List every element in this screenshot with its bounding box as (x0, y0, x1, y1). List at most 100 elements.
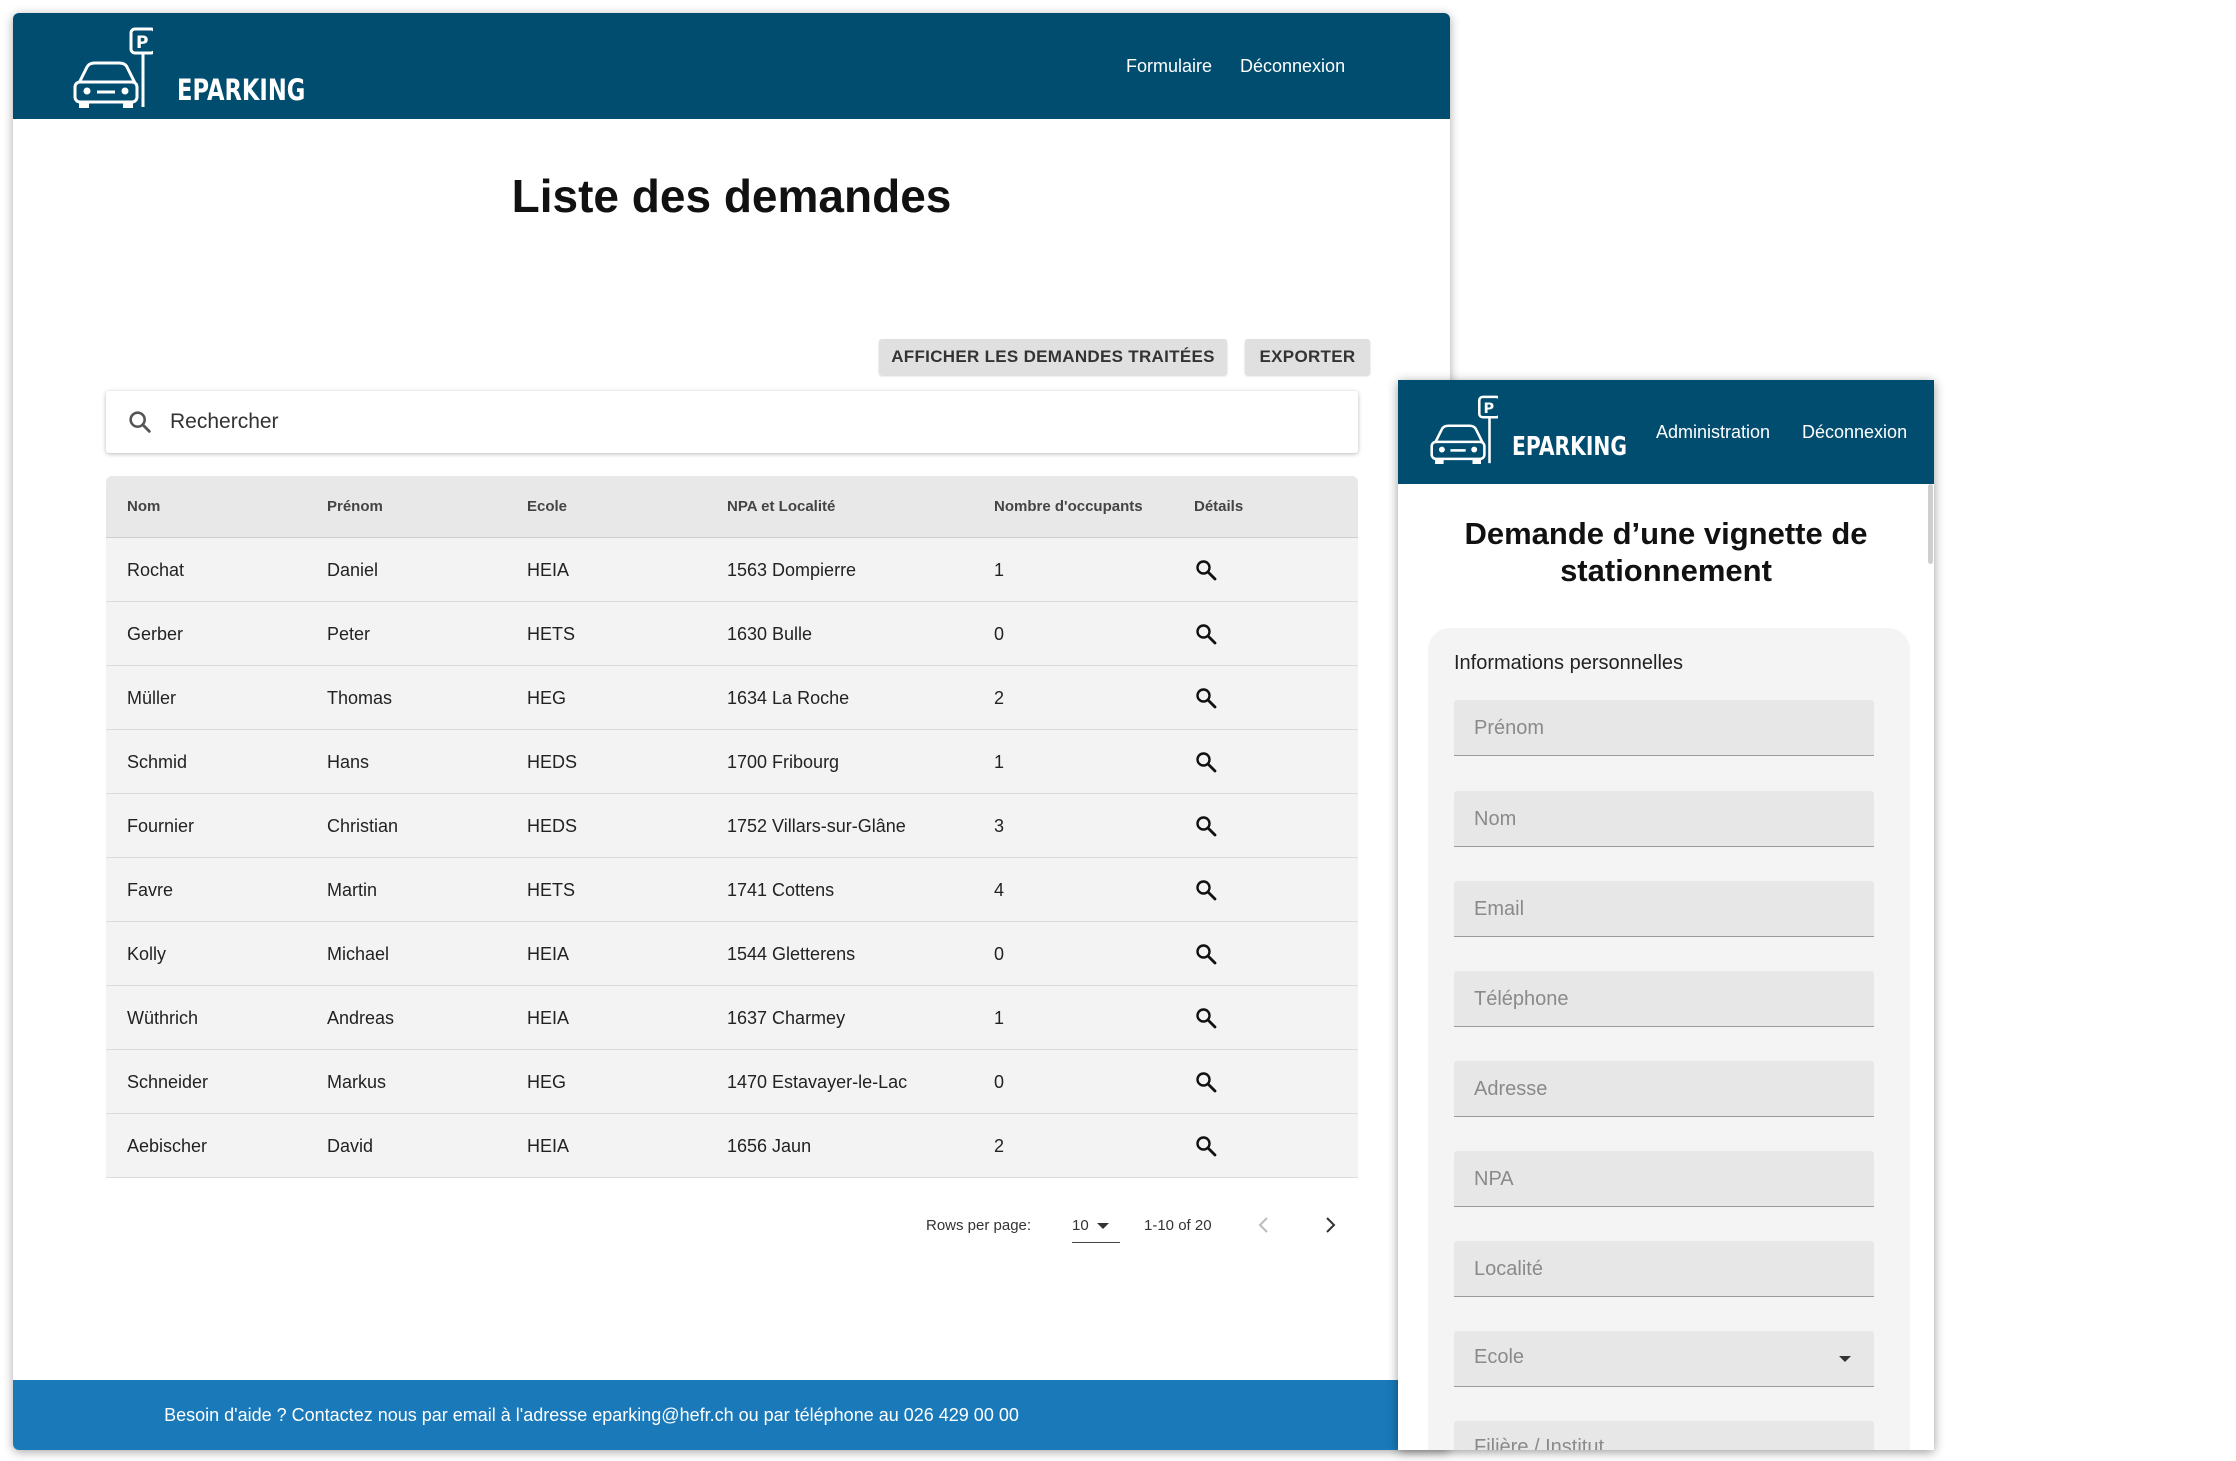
section-heading: Informations personnelles (1454, 652, 1684, 674)
cell-prenom: Michael (327, 944, 390, 964)
cell-npa-localite: 1634 La Roche (727, 688, 850, 708)
page-range: 1-10 of 20 (1144, 1217, 1212, 1234)
header-nom[interactable]: Nom (127, 476, 160, 538)
header-npa-localite[interactable]: NPA et Localité (727, 476, 835, 538)
cell-prenom: David (327, 1136, 374, 1156)
table-row[interactable]: Aebischer David HEIA 1656 Jaun 2 (106, 1114, 1358, 1178)
rows-per-page-label: Rows per page: (926, 1217, 1032, 1234)
logo[interactable]: P EPARKING (73, 27, 305, 109)
table-row[interactable]: Fournier Christian HEDS 1752 Villars-sur-Gl… (106, 794, 1358, 858)
parking-car-logo-icon: P (73, 27, 153, 108)
show-processed-button[interactable]: AFFICHER LES DEMANDES TRAITÉES (879, 339, 1227, 375)
dropdown-arrow-icon (1097, 1223, 1109, 1229)
cell-prenom: Daniel (327, 560, 379, 580)
cell-ecole: HEIA (527, 560, 570, 580)
nav-formulaire[interactable]: Formulaire (1126, 56, 1212, 77)
table-row[interactable]: Kolly Michael HEIA 1544 Gletterens 0 (106, 922, 1358, 986)
details-magnifier-icon[interactable] (1194, 1070, 1218, 1094)
cell-ecole: HETS (527, 624, 576, 644)
nav-deconnexion[interactable]: Déconnexion (1802, 422, 1907, 443)
mobile-brand-name: EPARKING (1512, 432, 1628, 462)
cell-prenom: Markus (327, 1072, 387, 1092)
filiere-field[interactable]: Filière / Institut (1454, 1421, 1874, 1450)
table-row[interactable]: Wüthrich Andreas HEIA 1637 Charmey 1 (106, 986, 1358, 1050)
adresse-field[interactable] (1454, 1061, 1874, 1117)
export-button[interactable]: EXPORTER (1245, 339, 1370, 375)
cell-npa-localite: 1700 Fribourg (727, 752, 840, 772)
cell-prenom: Martin (327, 880, 378, 900)
nav-administration[interactable]: Administration (1656, 422, 1770, 443)
table-row[interactable]: Gerber Peter HETS 1630 Bulle 0 (106, 602, 1358, 666)
details-magnifier-icon[interactable] (1194, 1006, 1218, 1030)
telephone-input[interactable] (1474, 985, 1854, 1013)
details-magnifier-icon[interactable] (1194, 878, 1218, 902)
cell-nom: Kolly (127, 944, 167, 964)
cell-occupants: 1 (994, 560, 1005, 580)
cell-prenom: Hans (327, 752, 370, 772)
header-prenom[interactable]: Prénom (327, 476, 383, 538)
adresse-input[interactable] (1474, 1075, 1854, 1103)
cell-ecole: HEIA (527, 944, 570, 964)
localite-field[interactable] (1454, 1241, 1874, 1297)
cell-npa-localite: 1470 Estavayer-le-Lac (727, 1072, 908, 1092)
search-icon (129, 411, 151, 433)
details-magnifier-icon[interactable] (1194, 814, 1218, 838)
details-magnifier-icon[interactable] (1194, 558, 1218, 582)
form-title-line1: Demande d’une vignette de (1464, 516, 1868, 551)
pagination: Rows per page: 10 1-10 of 20 (13, 1207, 1450, 1243)
nom-field[interactable] (1454, 791, 1874, 847)
mobile-logo[interactable]: P EPARKING (1430, 394, 1627, 474)
telephone-field[interactable] (1454, 971, 1874, 1027)
table-row[interactable]: Schmid Hans HEDS 1700 Fribourg 1 (106, 730, 1358, 794)
cell-prenom: Peter (327, 624, 371, 644)
details-magnifier-icon[interactable] (1194, 750, 1218, 774)
cell-ecole: HEIA (527, 1008, 570, 1028)
cell-occupants: 0 (994, 624, 1005, 644)
ecole-select[interactable]: Ecole (1454, 1331, 1874, 1387)
npa-input[interactable] (1474, 1165, 1854, 1193)
cell-npa-localite: 1752 Villars-sur-Glâne (727, 816, 906, 836)
table-row[interactable]: Rochat Daniel HEIA 1563 Dompierre 1 (106, 538, 1358, 602)
email-input[interactable] (1474, 895, 1854, 923)
requests-table: Nom Prénom Ecole NPA et Localité Nombre … (106, 476, 1358, 1178)
cell-nom: Müller (127, 688, 177, 708)
cell-occupants: 1 (994, 1008, 1005, 1028)
footer: Besoin d'aide ? Contactez nous par email… (13, 1380, 1450, 1450)
table-row[interactable]: Favre Martin HETS 1741 Cottens 4 (106, 858, 1358, 922)
cell-npa-localite: 1656 Jaun (727, 1136, 812, 1156)
details-magnifier-icon[interactable] (1194, 942, 1218, 966)
details-magnifier-icon[interactable] (1194, 1134, 1218, 1158)
header-occupants[interactable]: Nombre d'occupants (994, 476, 1143, 538)
table-header: Nom Prénom Ecole NPA et Localité Nombre … (106, 476, 1358, 538)
cell-occupants: 3 (994, 816, 1005, 836)
cell-ecole: HEDS (527, 816, 578, 836)
cell-occupants: 0 (994, 944, 1005, 964)
cell-npa-localite: 1741 Cottens (727, 880, 835, 900)
table-row[interactable]: Schneider Markus HEG 1470 Estavayer-le-Lac 0 (106, 1050, 1358, 1114)
mobile-header: P EPARKING Administration Déconnexion (1398, 380, 1934, 484)
personal-info-card: Informations personnelles Ecole Filière … (1428, 628, 1910, 1450)
prenom-field[interactable] (1454, 700, 1874, 756)
header-ecole[interactable]: Ecole (527, 476, 567, 538)
chevron-left-icon[interactable] (1255, 1215, 1273, 1235)
rows-per-page-select[interactable]: 10 (1072, 1211, 1120, 1243)
table-row[interactable]: Müller Thomas HEG 1634 La Roche 2 (106, 666, 1358, 730)
nom-input[interactable] (1474, 805, 1854, 833)
nav-deconnexion[interactable]: Déconnexion (1240, 56, 1345, 77)
cell-ecole: HEG (527, 1072, 567, 1092)
prenom-input[interactable] (1474, 714, 1854, 742)
email-field[interactable] (1454, 881, 1874, 937)
cell-ecole: HETS (527, 880, 576, 900)
cell-occupants: 4 (994, 880, 1005, 900)
cell-occupants: 2 (994, 688, 1005, 708)
cell-npa-localite: 1544 Gletterens (727, 944, 856, 964)
cell-ecole: HEG (527, 688, 567, 708)
details-magnifier-icon[interactable] (1194, 686, 1218, 710)
chevron-right-icon[interactable] (1321, 1215, 1339, 1235)
details-magnifier-icon[interactable] (1194, 622, 1218, 646)
localite-input[interactable] (1474, 1255, 1854, 1283)
search-input[interactable] (170, 405, 1330, 439)
cell-npa-localite: 1637 Charmey (727, 1008, 846, 1028)
parking-car-logo-icon: P (1430, 395, 1498, 464)
npa-field[interactable] (1454, 1151, 1874, 1207)
